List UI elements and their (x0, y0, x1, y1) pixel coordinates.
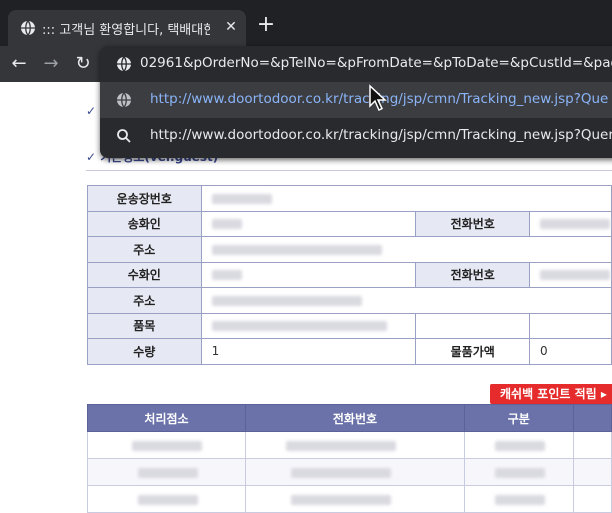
close-icon[interactable]: ✕ (222, 18, 240, 36)
column-header: 처리점소 (86, 404, 247, 432)
sender-phone-value (529, 210, 612, 237)
column-header: 전화번호 (245, 404, 465, 432)
table-cell (86, 485, 247, 513)
omnibox-suggestion[interactable]: http://www.doortodoor.co.kr/tracking/jsp… (100, 82, 612, 118)
receiver-address-label: 주소 (87, 287, 202, 314)
table-cell (572, 458, 612, 486)
table-cell (245, 485, 465, 513)
empty-cell (529, 312, 612, 339)
sender-phone-label: 전화번호 (415, 210, 530, 237)
table-cell (86, 431, 247, 459)
omnibox-suggestion[interactable]: http://www.doortodoor.co.kr/tracking/jsp… (100, 118, 612, 154)
sender-label: 송화인 (87, 210, 202, 237)
address-input[interactable]: 02961&pOrderNo=&pTelNo=&pFromDate=&pToDa… (140, 55, 612, 71)
browser-tab[interactable]: ::: 고객님 환영합니다, 택배대한통운 ✕ (8, 10, 246, 46)
new-tab-button[interactable]: + (254, 14, 278, 38)
omnibox-dropdown: 02961&pOrderNo=&pTelNo=&pFromDate=&pToDa… (100, 46, 612, 158)
quantity-label: 수량 (87, 338, 202, 365)
sender-address-label: 주소 (87, 236, 202, 263)
globe-icon (117, 56, 131, 72)
table-cell (86, 458, 247, 486)
sender-address-value (200, 236, 612, 263)
forward-button[interactable]: → (38, 51, 64, 77)
tab-title: ::: 고객님 환영합니다, 택배대한통운 (42, 23, 210, 38)
receiver-phone-label: 전화번호 (415, 261, 530, 288)
search-icon (117, 129, 131, 143)
globe-icon (117, 92, 131, 108)
shipment-info-table: 운송장번호 송화인 전화번호 주소 수화인 전화번호 주소 품목 수량 1 물품… (87, 185, 612, 365)
table-cell (245, 458, 465, 486)
column-header: 구분 (463, 404, 574, 432)
column-header (572, 404, 612, 432)
mouse-cursor-icon (369, 84, 387, 112)
table-cell (463, 485, 574, 513)
table-row (86, 485, 612, 513)
cashback-points-button[interactable]: 캐쉬백 포인트 적립 ▸ (490, 384, 612, 404)
quantity-value: 1 (200, 338, 417, 365)
price-value: 0 (529, 338, 612, 365)
invoice-label: 운송장번호 (87, 185, 202, 212)
sender-value (200, 210, 417, 237)
item-label: 품목 (87, 312, 202, 339)
table-cell (572, 431, 612, 459)
back-button[interactable]: ← (6, 51, 32, 77)
receiver-phone-value (529, 261, 612, 288)
table-row (86, 458, 612, 486)
table-row (86, 431, 612, 459)
table-cell (463, 431, 574, 459)
receiver-label: 수화인 (87, 261, 202, 288)
section-divider (86, 170, 612, 171)
receiver-address-value (200, 287, 612, 314)
browser-tab-strip: ::: 고객님 환영합니다, 택배대한통운 ✕ + (0, 0, 612, 46)
receiver-value (200, 261, 417, 288)
empty-cell (415, 312, 530, 339)
item-value (200, 312, 417, 339)
table-cell (463, 458, 574, 486)
invoice-value (200, 185, 612, 212)
tracking-table: 처리점소 전화번호 구분 (86, 404, 612, 513)
bullet-mark: ✓ (86, 104, 97, 118)
address-bar[interactable]: 02961&pOrderNo=&pTelNo=&pFromDate=&pToDa… (100, 46, 612, 82)
reload-button[interactable]: ↻ (70, 51, 96, 77)
suggestion-url[interactable]: http://www.doortodoor.co.kr/tracking/jsp… (150, 127, 612, 143)
table-cell (572, 485, 612, 513)
price-label: 물품가액 (415, 338, 530, 365)
table-cell (245, 431, 465, 459)
globe-icon (21, 20, 35, 36)
